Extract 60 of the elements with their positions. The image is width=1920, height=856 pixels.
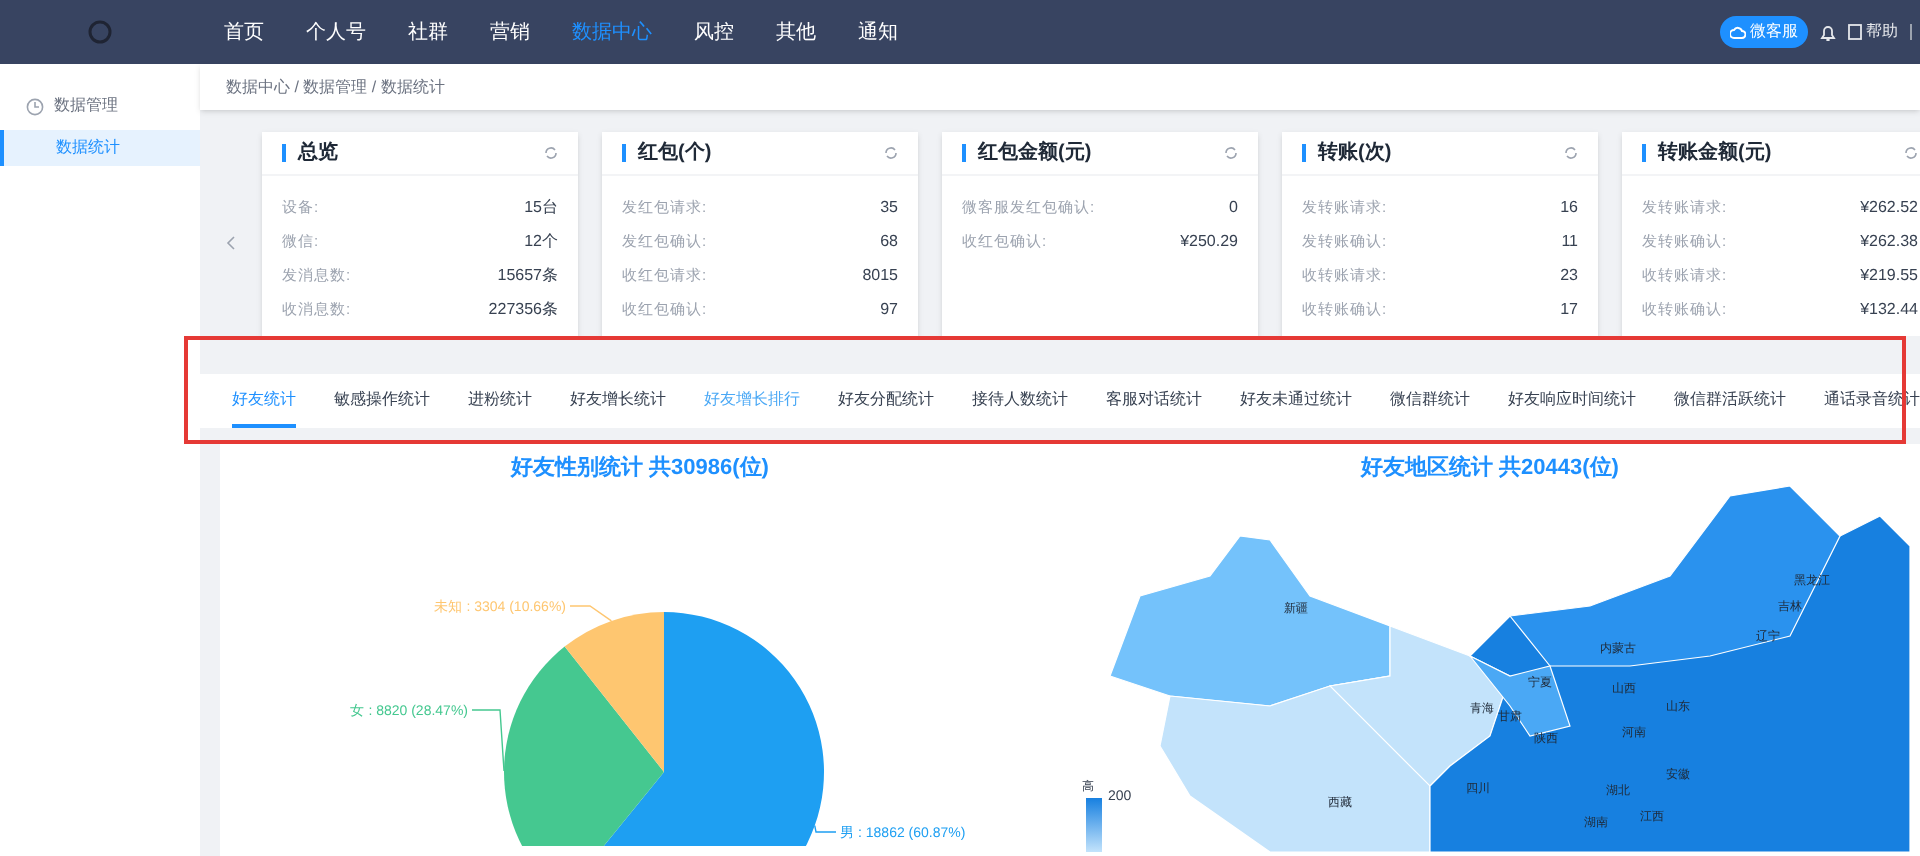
leader-line (814, 823, 837, 832)
stat-value: ¥219.55 (1860, 263, 1918, 287)
bell-icon[interactable] (1820, 23, 1836, 41)
logo-icon (88, 20, 112, 44)
tab[interactable]: 接待人数统计 (972, 374, 1068, 428)
breadcrumb: 数据中心 / 数据管理 / 数据统计 (226, 75, 445, 99)
stat-value: 23 (1560, 263, 1578, 287)
cloud-icon (1730, 25, 1746, 39)
card-title: 转账(次) (1318, 139, 1392, 168)
stat-value: 97 (880, 297, 898, 321)
card-title: 转账金额(元) (1658, 138, 1772, 168)
stat-value: 35 (880, 195, 898, 219)
card-title: 红包金额(元) (978, 138, 1092, 168)
refresh-icon[interactable] (544, 146, 558, 160)
tab[interactable]: 微信群活跃统计 (1674, 374, 1786, 428)
stat-value: ¥132.44 (1860, 297, 1918, 321)
tab[interactable]: 微信群统计 (1390, 374, 1470, 428)
refresh-icon[interactable] (1904, 146, 1918, 160)
leader-line (569, 604, 613, 621)
help-link[interactable]: 帮助 (1848, 20, 1898, 44)
nav-item[interactable]: 其他 (776, 17, 816, 47)
nav-item[interactable]: 营销 (490, 17, 530, 47)
refresh-icon[interactable] (1564, 146, 1578, 160)
stat-value: 12个 (524, 229, 558, 253)
legend-bar (1086, 797, 1102, 851)
nav-item[interactable]: 风控 (694, 17, 734, 47)
clock-icon (26, 97, 44, 115)
nav-item[interactable]: 个人号 (306, 17, 366, 47)
tab[interactable]: 好友未通过统计 (1240, 374, 1352, 428)
stat-value: 0 (1229, 195, 1238, 219)
stat-value: ¥250.29 (1180, 229, 1238, 253)
nav-item[interactable]: 通知 (858, 17, 898, 47)
leader-line (471, 708, 505, 771)
stat-value: 68 (880, 229, 898, 253)
tab[interactable]: 好友分配统计 (838, 374, 934, 428)
tab[interactable]: 客服对话统计 (1106, 374, 1202, 428)
stat-value: 17 (1560, 297, 1578, 321)
chevron-left-icon[interactable] (226, 236, 236, 250)
tab[interactable]: 好友增长统计 (570, 374, 666, 428)
refresh-icon[interactable] (1224, 146, 1238, 160)
stat-value: 227356条 (488, 297, 558, 321)
stat-value: 15台 (524, 195, 558, 219)
stat-value: ¥262.38 (1860, 229, 1918, 253)
nav-item[interactable]: 社群 (408, 17, 448, 47)
tab[interactable]: 进粉统计 (468, 374, 532, 428)
tab[interactable]: 敏感操作统计 (334, 374, 430, 428)
stat-value: 11 (1561, 229, 1578, 253)
book-icon (1848, 24, 1862, 40)
stat-value: 15657条 (497, 263, 558, 287)
tab[interactable]: 好友响应时间统计 (1508, 374, 1636, 428)
refresh-icon[interactable] (884, 146, 898, 160)
stat-value: 8015 (862, 263, 898, 287)
stat-value: 16 (1560, 195, 1578, 219)
nav-item[interactable]: 首页 (224, 17, 264, 47)
chart-title: 好友性别统计 共30986(位) (511, 453, 769, 484)
sidebar-group-label: 数据管理 (54, 94, 118, 118)
card-title: 红包(个) (638, 139, 712, 168)
stat-value: ¥262.52 (1860, 195, 1918, 219)
chart-title: 好友地区统计 共20443(位) (1361, 453, 1619, 484)
card-title: 总览 (298, 139, 338, 168)
